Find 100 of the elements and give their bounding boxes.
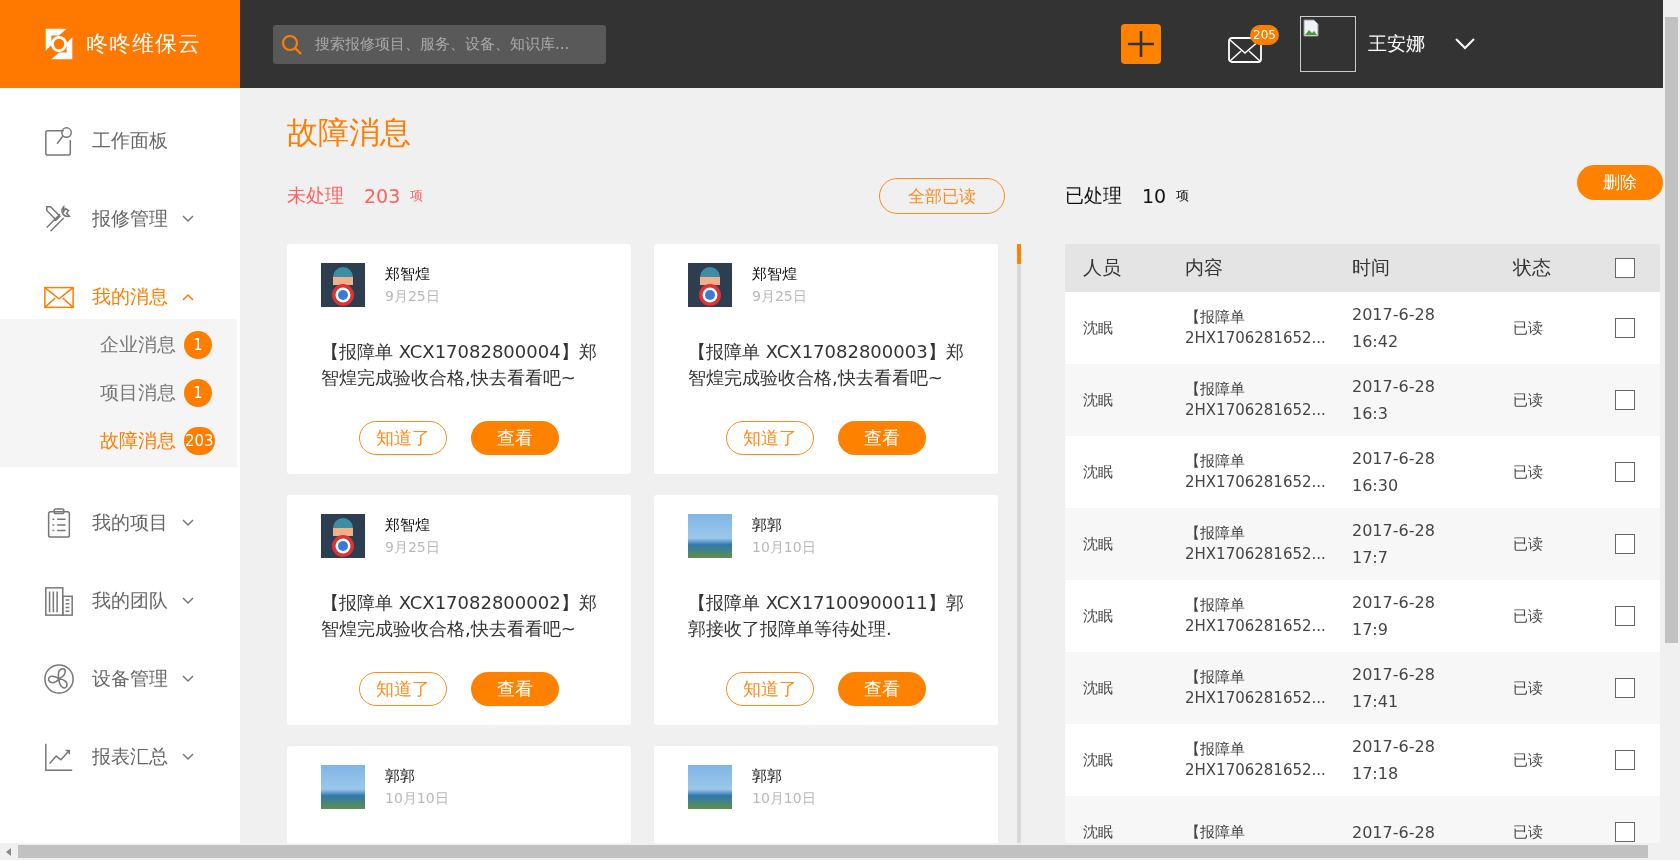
- sidebar-item-label: 我的团队: [92, 588, 168, 613]
- notification-badge: 205: [1250, 25, 1279, 45]
- sender-name: 郭郭: [752, 766, 783, 786]
- message-text: 【报障单 XCX17082800004】郑智煌完成验收合格,快去看看吧~: [321, 340, 598, 390]
- table-cell-text: 已读: [1513, 750, 1544, 770]
- table-cell-text: 2017-6-28: [1352, 821, 1436, 843]
- sender-name: 郑智煌: [385, 515, 431, 535]
- row-checkbox[interactable]: [1615, 318, 1635, 338]
- message-date: 9月25日: [385, 287, 440, 306]
- row-checkbox[interactable]: [1615, 822, 1635, 842]
- line-chart-icon: [43, 741, 75, 773]
- row-checkbox[interactable]: [1615, 678, 1635, 698]
- message-date: 10月10日: [752, 789, 816, 808]
- sidebar-item[interactable]: 报表汇总: [0, 718, 240, 796]
- count-unit: 项: [410, 187, 424, 205]
- message-text: 【报障单 XCX17100900011】郭郭接收了报障单等待处理.: [688, 591, 965, 641]
- message-date: 10月10日: [385, 789, 449, 808]
- delete-button[interactable]: 删除: [1577, 165, 1663, 200]
- table-cell-text: 2017-6-28 16:42: [1352, 304, 1436, 353]
- table-cell-text: 2017-6-28 16:30: [1352, 448, 1436, 497]
- table-cell-text: 2017-6-28 17:18: [1352, 736, 1436, 785]
- shield-avatar-icon: [688, 263, 732, 307]
- count-unit: 项: [1176, 187, 1190, 205]
- row-checkbox[interactable]: [1615, 390, 1635, 410]
- table-cell-text: 2017-6-28 16:3: [1352, 376, 1436, 425]
- view-button[interactable]: 查看: [838, 672, 926, 706]
- sidebar-item-label: 我的项目: [92, 510, 168, 535]
- sidebar-item[interactable]: 报修管理: [0, 180, 240, 258]
- table-cell-text: 沈眠: [1083, 822, 1114, 842]
- sidebar-item[interactable]: 我的项目: [0, 484, 240, 562]
- photo-placeholder: [688, 514, 732, 558]
- sidebar-item-label: 报修管理: [92, 206, 168, 231]
- section-title: 未处理: [287, 183, 344, 208]
- sidebar-item[interactable]: 设备管理: [0, 640, 240, 718]
- row-checkbox[interactable]: [1615, 750, 1635, 770]
- message-date: 10月10日: [752, 538, 816, 557]
- row-checkbox[interactable]: [1615, 462, 1635, 482]
- column-header: 人员: [1083, 255, 1122, 280]
- sidebar-item-label: 设备管理: [92, 666, 168, 691]
- fan-icon: [43, 663, 75, 695]
- chevron-down-icon[interactable]: [1455, 38, 1475, 50]
- table-cell-text: 2017-6-28 17:41: [1352, 664, 1436, 713]
- submenu-item[interactable]: 项目消息 1: [0, 369, 237, 417]
- table-cell-text: 【报障单: [1185, 821, 1246, 843]
- photo-placeholder: [321, 765, 365, 809]
- sidebar-item-label: 工作面板: [92, 128, 168, 153]
- acknowledge-button[interactable]: 知道了: [726, 672, 814, 706]
- mail-button[interactable]: 205: [1228, 25, 1276, 63]
- shield-avatar-icon: [321, 263, 365, 307]
- section-title: 已处理: [1065, 183, 1122, 208]
- message-text: 【报障单 XCX17082800003】郑智煌完成验收合格,快去看看吧~: [688, 340, 965, 390]
- submenu-item-label: 项目消息: [100, 380, 176, 405]
- item-count: 203: [364, 185, 401, 207]
- scroll-left-arrow-icon[interactable]: [4, 846, 12, 857]
- table-cell-text: 已读: [1513, 822, 1544, 842]
- sidebar-item[interactable]: 我的团队: [0, 562, 240, 640]
- broken-image-icon: [1303, 19, 1319, 37]
- sender-name: 郑智煌: [385, 264, 431, 284]
- user-name[interactable]: 王安娜: [1368, 31, 1425, 57]
- count-badge: 1: [184, 379, 212, 407]
- mail-icon: [1228, 37, 1262, 63]
- plus-icon: [1126, 29, 1156, 59]
- view-button[interactable]: 查看: [838, 421, 926, 455]
- table-cell-text: 沈眠: [1083, 678, 1114, 698]
- select-all-checkbox[interactable]: [1615, 258, 1635, 278]
- acknowledge-button[interactable]: 知道了: [359, 672, 447, 706]
- sender-name: 郭郭: [385, 766, 416, 786]
- search-field[interactable]: 搜索报修项目、服务、设备、知识库...: [273, 24, 606, 64]
- table-cell-text: 沈眠: [1083, 750, 1114, 770]
- acknowledge-button[interactable]: 知道了: [726, 421, 814, 455]
- shield-avatar-icon: [321, 514, 365, 558]
- table-cell-text: 2017-6-28 17:7: [1352, 520, 1436, 569]
- table-cell-text: 【报障单 2HX1706281652...: [1185, 595, 1327, 637]
- view-button[interactable]: 查看: [471, 421, 559, 455]
- table-cell-text: 沈眠: [1083, 534, 1114, 554]
- column-header: 内容: [1185, 255, 1224, 280]
- table-cell-text: 已读: [1513, 390, 1544, 410]
- table-cell-text: 【报障单 2HX1706281652...: [1185, 523, 1327, 565]
- row-checkbox[interactable]: [1615, 606, 1635, 626]
- photo-placeholder: [688, 765, 732, 809]
- add-button[interactable]: [1121, 24, 1161, 64]
- edit-icon: [43, 125, 75, 157]
- submenu-item[interactable]: 故障消息 203: [0, 417, 237, 465]
- row-checkbox[interactable]: [1615, 534, 1635, 554]
- table-cell-text: 【报障单 2HX1706281652...: [1185, 667, 1327, 709]
- column-header: 时间: [1352, 255, 1391, 280]
- table-cell-text: 2017-6-28 17:9: [1352, 592, 1436, 641]
- sidebar-item-label: 报表汇总: [92, 744, 168, 769]
- table-cell-text: 沈眠: [1083, 318, 1114, 338]
- table-cell-text: 【报障单 2HX1706281652...: [1185, 307, 1327, 349]
- logo-text: 咚咚维保云: [85, 30, 201, 58]
- table-cell-text: 沈眠: [1083, 606, 1114, 626]
- sidebar-item[interactable]: 工作面板: [0, 102, 240, 180]
- message-date: 9月25日: [752, 287, 807, 306]
- sidebar-item-label: 我的消息: [92, 284, 168, 309]
- acknowledge-button[interactable]: 知道了: [359, 421, 447, 455]
- submenu-item-label: 故障消息: [100, 428, 176, 453]
- column-header: 状态: [1513, 255, 1552, 280]
- sender-name: 郑智煌: [752, 264, 798, 284]
- view-button[interactable]: 查看: [471, 672, 559, 706]
